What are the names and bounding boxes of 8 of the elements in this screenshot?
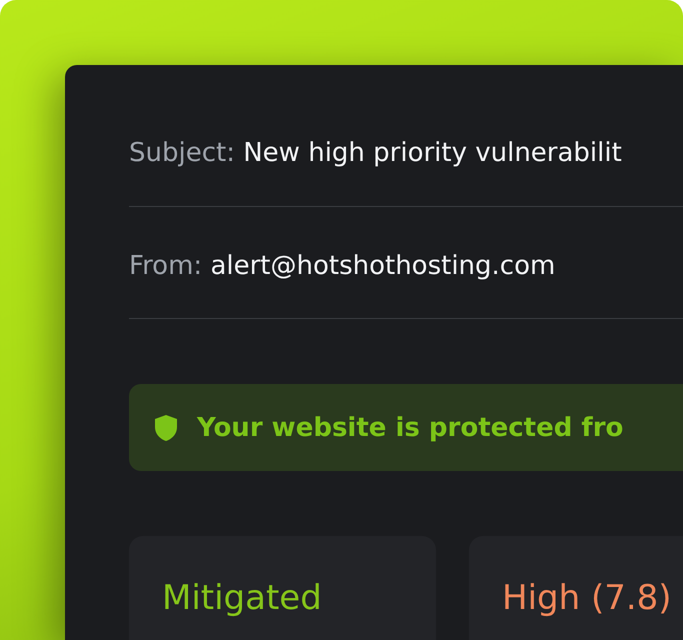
field-value: New high priority vulnerabilit [243,138,622,168]
field-label: From: [129,251,202,281]
card-value: High (7.8) [502,578,672,618]
field-value: alert@hotshothosting.com [210,251,556,281]
field-label: Subject: [129,138,235,168]
card-value: Mitigated [162,578,322,618]
banner-text: Your website is protected fro [197,412,624,442]
shield-icon [155,414,177,440]
